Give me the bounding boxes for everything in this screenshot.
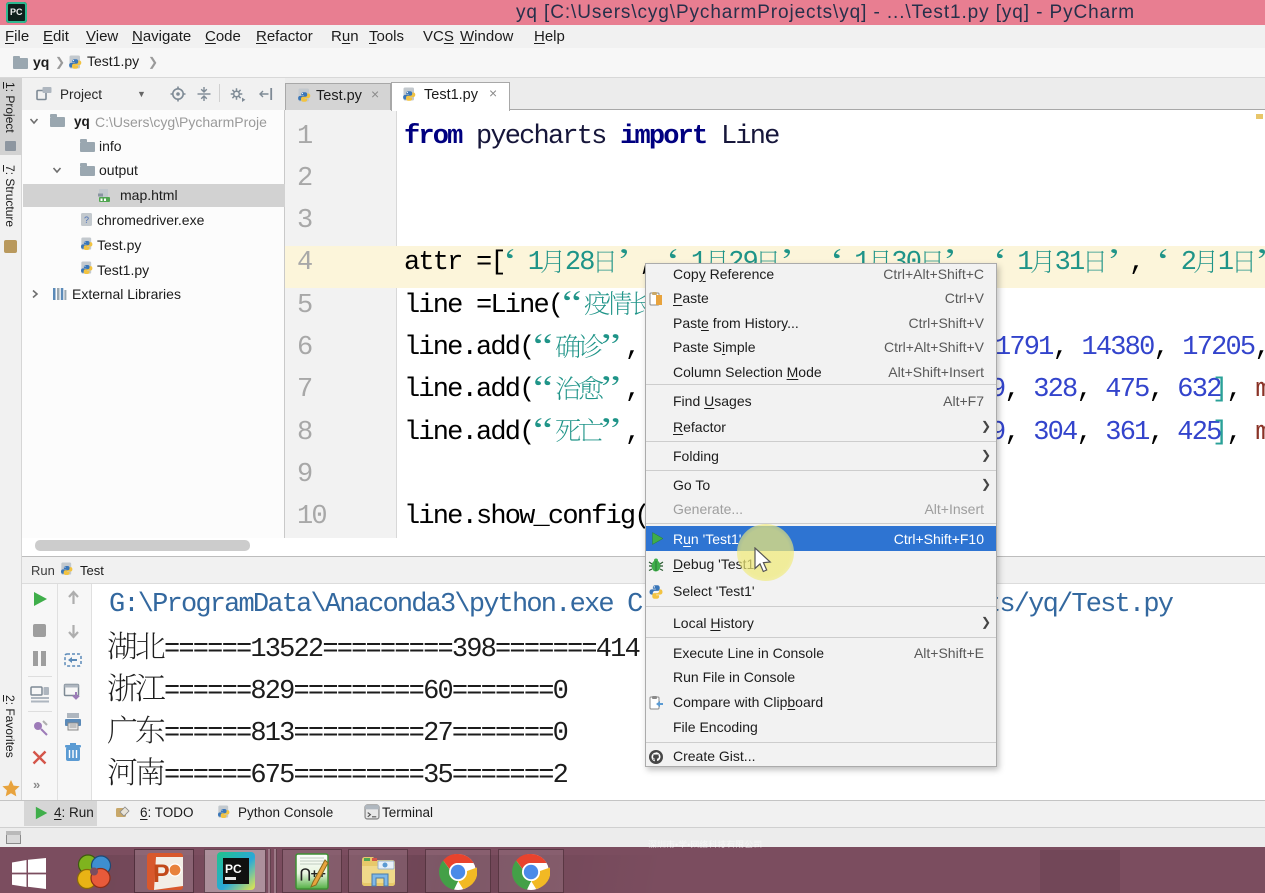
svg-text:?: ?: [84, 215, 89, 225]
svg-text:P: P: [153, 860, 170, 888]
svg-text:PC: PC: [225, 862, 242, 876]
